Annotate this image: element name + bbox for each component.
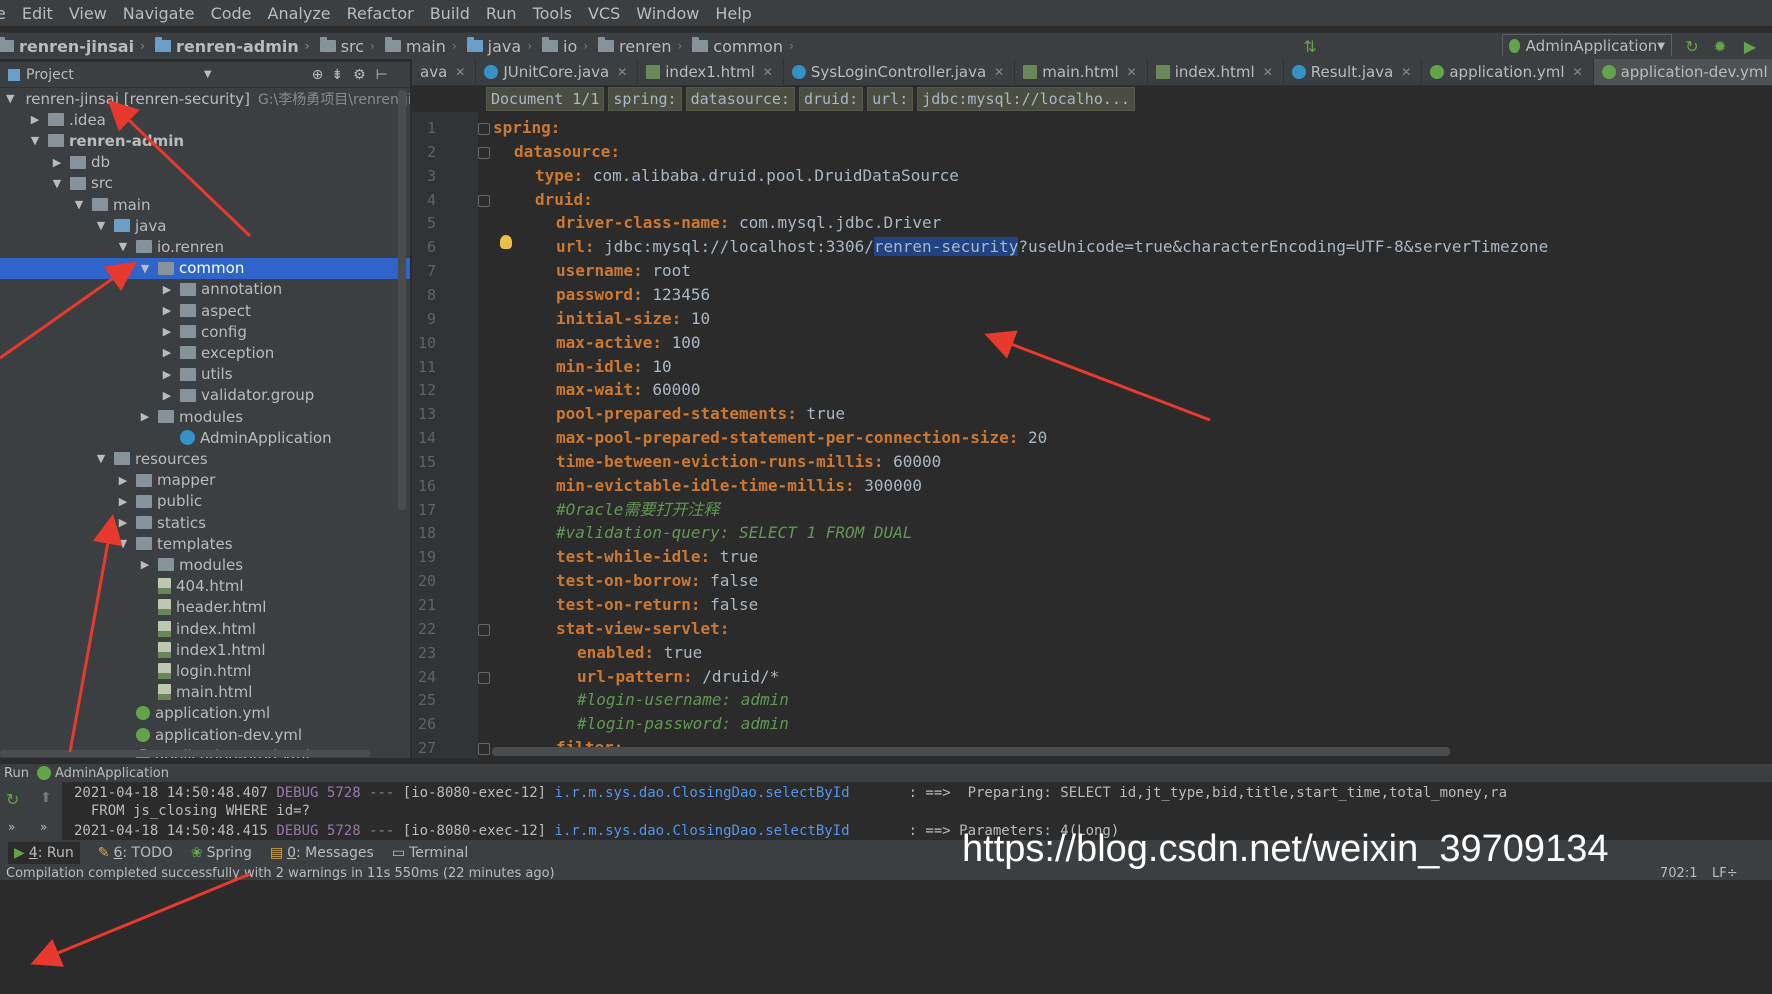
annotation-arrow <box>0 261 137 360</box>
annotation-arrow <box>107 99 252 238</box>
annotation-arrows <box>0 99 1211 967</box>
annotation-arrow <box>984 330 1211 422</box>
annotation-arrow <box>30 872 251 967</box>
annotation-arrow <box>68 514 123 753</box>
